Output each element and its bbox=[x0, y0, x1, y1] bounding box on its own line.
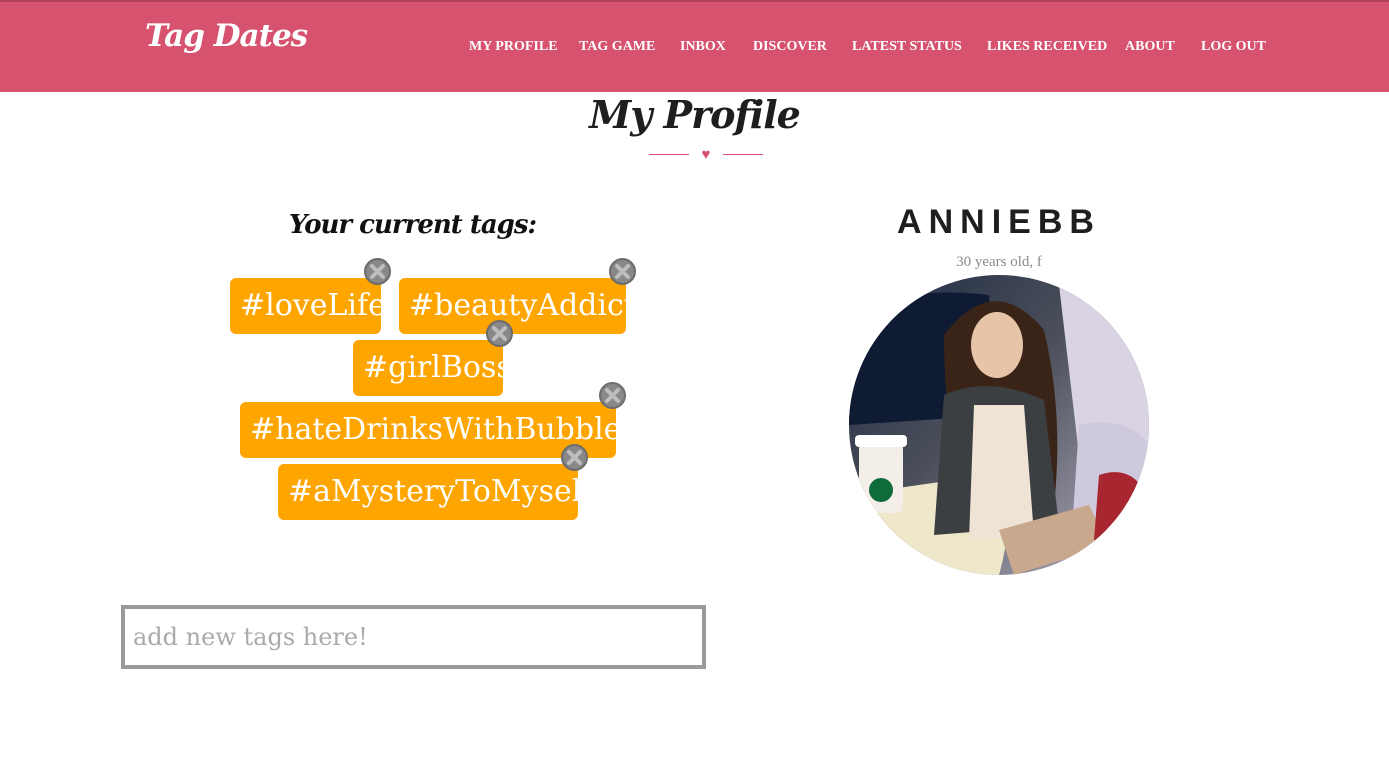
nav-likes-received[interactable]: LIKES RECEIVED bbox=[987, 39, 1107, 55]
avatar-photo bbox=[849, 275, 1149, 575]
close-circle-icon bbox=[492, 326, 507, 341]
tag-chip[interactable]: #hateDrinksWithBubbles bbox=[240, 402, 637, 458]
title-divider: ♥ bbox=[649, 146, 763, 164]
tag-chip[interactable]: #beautyAddict bbox=[399, 278, 636, 334]
remove-tag-button[interactable] bbox=[609, 258, 636, 285]
nav-log-out[interactable]: LOG OUT bbox=[1201, 39, 1266, 55]
close-circle-icon bbox=[370, 264, 385, 279]
remove-tag-button[interactable] bbox=[486, 320, 513, 347]
heart-icon: ♥ bbox=[701, 147, 711, 163]
tags-heading: Your current tags: bbox=[288, 210, 537, 240]
close-circle-icon bbox=[567, 450, 582, 465]
remove-tag-button[interactable] bbox=[364, 258, 391, 285]
top-navbar: Tag Dates MY PROFILE TAG GAME INBOX DISC… bbox=[0, 0, 1389, 92]
tag-chip[interactable]: #girlBoss bbox=[353, 340, 512, 396]
nav-menu: MY PROFILE TAG GAME INBOX DISCOVER LATES… bbox=[0, 39, 1389, 59]
tag-chip[interactable]: #loveLife bbox=[230, 278, 386, 334]
close-circle-icon bbox=[615, 264, 630, 279]
nav-tag-game[interactable]: TAG GAME bbox=[579, 39, 655, 55]
page-title: My Profile bbox=[589, 92, 801, 137]
nav-latest-status[interactable]: LATEST STATUS bbox=[852, 39, 962, 55]
nav-my-profile[interactable]: MY PROFILE bbox=[469, 39, 558, 55]
profile-age-gender: 30 years old, f bbox=[956, 254, 1042, 270]
profile-username: ANNIEBB bbox=[897, 203, 1101, 241]
nav-discover[interactable]: DISCOVER bbox=[753, 39, 827, 55]
divider-line-left bbox=[649, 154, 689, 155]
nav-about[interactable]: ABOUT bbox=[1125, 39, 1175, 55]
divider-line-right bbox=[723, 154, 763, 155]
nav-inbox[interactable]: INBOX bbox=[680, 39, 726, 55]
tag-chip[interactable]: #aMysteryToMyself bbox=[278, 464, 592, 520]
profile-avatar bbox=[849, 275, 1149, 575]
remove-tag-button[interactable] bbox=[599, 382, 626, 409]
add-tag-input[interactable] bbox=[121, 605, 706, 669]
close-circle-icon bbox=[605, 388, 620, 403]
remove-tag-button[interactable] bbox=[561, 444, 588, 471]
